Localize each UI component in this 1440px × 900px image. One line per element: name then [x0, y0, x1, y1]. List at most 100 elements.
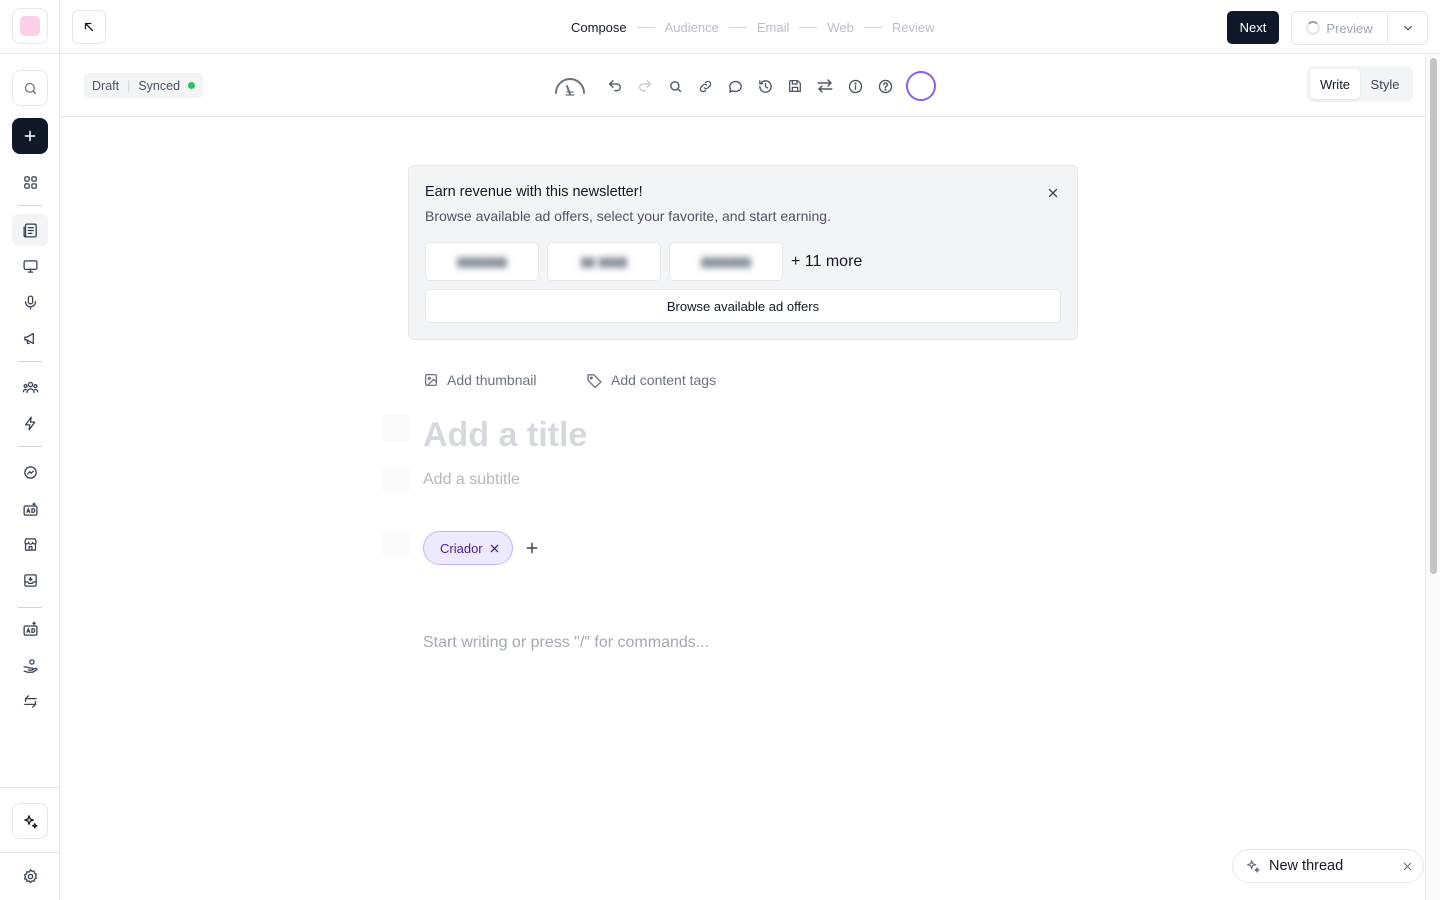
sidebar-item-automations[interactable]	[12, 407, 48, 439]
next-button[interactable]: Next	[1227, 11, 1279, 44]
new-post-button[interactable]	[12, 118, 48, 154]
offer-logo[interactable]: ▮▮▮▮▮▮▮	[669, 242, 783, 281]
preview-button-group: Preview	[1291, 11, 1428, 45]
sidebar-item-website[interactable]	[12, 250, 48, 282]
undo-icon	[609, 80, 621, 92]
tab-write[interactable]: Write	[1310, 69, 1360, 99]
swap-icon	[817, 79, 833, 93]
preview-options-button[interactable]	[1388, 12, 1427, 44]
convert-button[interactable]	[810, 71, 840, 101]
readability-score-button[interactable]	[550, 71, 590, 101]
posts-icon	[22, 222, 37, 238]
step-web[interactable]: Web	[827, 20, 854, 35]
close-thread-button[interactable]	[1402, 861, 1413, 872]
sidebar-separator	[18, 361, 42, 362]
post-subtitle-input[interactable]: Add a subtitle	[423, 471, 520, 489]
sidebar	[0, 0, 60, 900]
settings-button[interactable]	[12, 860, 48, 892]
editor-toolbar: Draft | Synced Write Style	[60, 54, 1426, 117]
step-review[interactable]: Review	[892, 20, 935, 35]
gauge-icon	[555, 78, 585, 96]
monitor-icon	[22, 259, 38, 273]
help-button[interactable]	[870, 71, 900, 101]
microphone-icon	[24, 294, 36, 310]
sidebar-divider	[0, 53, 60, 54]
sidebar-divider	[0, 787, 60, 788]
hand-coin-icon	[22, 658, 38, 673]
ad-offers-banner: Earn revenue with this newsletter! Brows…	[408, 165, 1078, 340]
top-bar: Compose Audience Email Web Review Next P…	[60, 0, 1440, 54]
post-body-editor[interactable]: Start writing or press "/" for commands.…	[423, 634, 709, 652]
add-content-tags-button[interactable]: Add content tags	[586, 369, 716, 391]
draft-label: Draft	[92, 78, 120, 93]
sidebar-item-inbox[interactable]	[12, 564, 48, 596]
author-name: Criador	[440, 540, 483, 556]
loading-spinner-icon	[1306, 21, 1321, 35]
ai-assistant-button[interactable]	[12, 803, 48, 839]
exit-editor-button[interactable]	[72, 10, 106, 44]
sidebar-item-growth[interactable]	[12, 456, 48, 488]
post-title-input[interactable]: Add a title	[423, 416, 587, 455]
scrollbar-thumb[interactable]	[1430, 58, 1437, 574]
sidebar-item-dashboard[interactable]	[12, 166, 48, 198]
undo-button[interactable]	[600, 71, 630, 101]
link-button[interactable]	[690, 71, 720, 101]
offer-logo[interactable]: ▮▮ ▮▮▮▮	[547, 242, 661, 281]
close-banner-button[interactable]	[1043, 183, 1063, 203]
preview-label: Preview	[1326, 20, 1373, 36]
inbox-icon	[23, 573, 37, 587]
sidebar-item-audience[interactable]	[12, 371, 48, 403]
sidebar-item-boosts[interactable]	[12, 649, 48, 681]
sidebar-separator	[18, 607, 42, 608]
offer-logo[interactable]: ▮▮▮▮▮▮▮	[425, 242, 539, 281]
blurred-brand-mark: ▮▮▮▮▮▮▮	[700, 253, 752, 269]
step-compose[interactable]: Compose	[571, 20, 627, 35]
block-drag-handle[interactable]	[382, 466, 410, 494]
sidebar-item-sponsorships[interactable]	[12, 613, 48, 645]
step-audience[interactable]: Audience	[665, 20, 719, 35]
chevron-down-icon	[1403, 25, 1412, 31]
new-thread-label: New thread	[1269, 858, 1344, 874]
logo-mark	[20, 16, 40, 36]
sidebar-item-transfers[interactable]	[12, 685, 48, 717]
save-icon	[789, 80, 801, 92]
sidebar-item-posts[interactable]	[12, 214, 48, 246]
status-separator: |	[127, 78, 131, 93]
step-email[interactable]: Email	[757, 20, 790, 35]
comment-icon	[728, 80, 742, 93]
save-template-button[interactable]	[780, 71, 810, 101]
comments-button[interactable]	[720, 71, 750, 101]
add-author-button[interactable]	[521, 537, 543, 559]
growth-icon	[23, 465, 37, 479]
plus-icon	[526, 542, 538, 554]
browse-ad-offers-button[interactable]: Browse available ad offers	[425, 289, 1061, 323]
find-button[interactable]	[660, 71, 690, 101]
collaborator-avatar[interactable]	[906, 71, 936, 101]
redo-button[interactable]	[630, 71, 660, 101]
new-thread-button[interactable]: New thread	[1232, 849, 1424, 883]
block-drag-handle[interactable]	[382, 414, 410, 442]
close-icon	[490, 544, 498, 552]
add-thumbnail-button[interactable]: Add thumbnail	[423, 369, 537, 391]
vertical-scrollbar[interactable]	[1425, 54, 1440, 900]
step-connector	[863, 26, 882, 28]
publication-logo[interactable]	[12, 8, 48, 44]
ads-icon	[22, 501, 38, 516]
author-chip[interactable]: Criador	[423, 531, 513, 565]
search-button[interactable]	[12, 70, 48, 106]
image-icon	[425, 374, 437, 386]
sparkles-icon	[1247, 860, 1260, 873]
post-info-button[interactable]	[840, 71, 870, 101]
preview-button[interactable]: Preview	[1292, 12, 1388, 44]
history-icon	[758, 79, 772, 93]
remove-author-button[interactable]	[489, 543, 500, 554]
synced-label: Synced	[138, 78, 181, 93]
sidebar-item-shop[interactable]	[12, 528, 48, 560]
link-icon	[699, 80, 711, 92]
sidebar-item-ads[interactable]	[12, 493, 48, 525]
sidebar-item-announcements[interactable]	[12, 322, 48, 354]
sidebar-item-podcast[interactable]	[12, 286, 48, 318]
block-drag-handle[interactable]	[382, 530, 410, 558]
tab-style[interactable]: Style	[1360, 69, 1410, 99]
version-history-button[interactable]	[750, 71, 780, 101]
